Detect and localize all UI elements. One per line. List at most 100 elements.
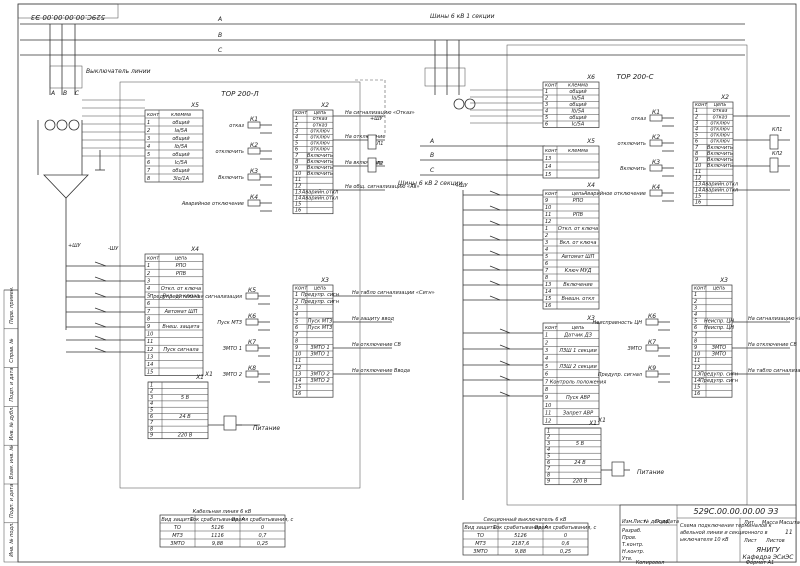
terminal-circuit: ЗМТО 1: [310, 345, 329, 351]
left-relay-8: К8ЗМТО 2: [223, 365, 270, 383]
terminal-number: 14: [545, 164, 551, 170]
terminal-number: 14: [695, 188, 701, 194]
terminal-circuit: РПВ: [176, 271, 187, 277]
table-header: Вид защиты: [464, 525, 496, 531]
right-kl2: КЛ2: [772, 151, 783, 157]
copied-label: Копировал: [636, 560, 665, 566]
terminal-circuit: Неиспр. ЦН: [704, 325, 734, 331]
left-x5-block: X5 конт клемма 1 общий 2 Ia/5A 3 общий 4 Ib/5A 5 общ…: [144, 102, 204, 183]
title-block: 529С.00.00.00.00 Э3 Схема подключения тер…: [619, 504, 800, 566]
right-relay-x3-1: К7ЗМТО: [627, 339, 670, 357]
terminal-number: 8: [295, 338, 298, 344]
terminal-number: 12: [545, 418, 551, 424]
terminal-number: 4: [695, 127, 698, 133]
left-x2-block-title: X2: [320, 102, 329, 109]
terminal-number: 4: [295, 312, 298, 318]
column-header: конт: [147, 112, 160, 118]
terminal-circuit: ЗМТО: [712, 352, 727, 358]
right-x3-output-label: На сигнализацию «Неиспр.»: [748, 316, 800, 322]
terminal-number: 4: [295, 135, 298, 141]
terminal-number: 16: [295, 391, 301, 397]
terminal-number: 15: [295, 202, 301, 208]
table-cell: ТО: [477, 533, 484, 539]
terminal-circuit: Включить: [307, 153, 333, 159]
terminal-number: 15: [147, 370, 153, 376]
relay-coil: [649, 114, 663, 122]
table-cell: 0: [261, 525, 264, 531]
right-relay-2: К2отключить: [618, 134, 674, 152]
column-header: конт: [695, 102, 708, 108]
contact-switch: [489, 235, 501, 241]
terminal-circuit: Включить: [707, 157, 733, 163]
terminal-number: 3: [545, 240, 548, 246]
right-settings-table-title: Секционный выключатель 6 кВ: [484, 517, 567, 523]
terminal-number: 6: [695, 139, 698, 145]
table-cell: 0,7: [259, 533, 268, 539]
terminal-circuit: Пуск МТЗ: [308, 319, 333, 325]
terminal-number: 8: [150, 426, 153, 432]
terminal-number: 6: [150, 414, 153, 420]
table-header: Вид защиты: [161, 517, 193, 523]
busbar-phase-label: С: [218, 47, 223, 54]
terminal-number: 1: [545, 226, 548, 232]
column-header: цепь: [713, 286, 726, 292]
terminal-circuit: отключ: [310, 141, 329, 147]
relay-label: отказ: [229, 123, 244, 129]
column-header: конт: [545, 148, 558, 154]
table-header: Время срабатывания, с: [232, 517, 294, 523]
left-relay-4: К4Аварийное отключение: [181, 194, 272, 212]
terminal-circuit: 5 В: [576, 441, 585, 447]
terminal-number: 2: [547, 435, 550, 441]
terminal-number: 2: [545, 233, 548, 239]
terminal-number: 10: [147, 332, 153, 338]
relay-label: ЗМТО 2: [223, 372, 242, 378]
terminal-circuit: Запрет АВР: [563, 411, 593, 417]
terminal-number: 11: [694, 358, 700, 364]
terminal-number: 15: [545, 296, 551, 302]
right-settings-table: Секционный выключатель 6 кВВид защитыТок…: [462, 517, 597, 556]
terminal-number: 1: [147, 263, 150, 269]
side-stamp-label: Инв. № дубл.: [9, 406, 15, 440]
terminal-number: 16: [545, 303, 551, 309]
mass-label: Масса: [762, 520, 778, 526]
left-x5-block-title: X5: [190, 102, 199, 109]
terminal-number: 1: [295, 116, 298, 122]
right-kl2-coil: [769, 157, 779, 173]
terminal-circuit: ЗМТО 2: [310, 371, 329, 377]
terminal-number: 4: [147, 144, 150, 150]
left-x3-output-label: На табло сигнализации «Сигн»: [352, 290, 435, 296]
right-x1-block-title: X1: [588, 420, 597, 427]
scale-label: Масштаб: [779, 520, 800, 526]
terminal-circuit: общий: [172, 120, 190, 126]
right-x4-block-title: X4: [586, 182, 595, 189]
terminal-number: 1: [694, 292, 697, 298]
terminal-circuit: Вкл. от ключа: [560, 240, 597, 246]
busbar-section-2: АВСШины 6 кВ 2 секции: [398, 138, 545, 187]
terminal-circuit: ЛЗШ 2 секции: [558, 364, 597, 370]
terminal-circuit: Ic/5A: [572, 122, 585, 128]
role-label: Т.контр.: [622, 542, 644, 548]
terminal-number: 6: [147, 160, 150, 166]
column-header: конт: [295, 286, 308, 292]
right-power-label: Питание: [637, 469, 664, 476]
terminal-number: 3: [694, 305, 697, 311]
terminal-number: 5: [545, 115, 548, 121]
side-stamp-label: Подп. и дата: [9, 368, 15, 402]
terminal-circuit: отказ: [713, 108, 728, 114]
phase-letter: В: [63, 90, 67, 97]
terminal-circuit: Внешн. откл: [562, 296, 596, 302]
terminal-number: 6: [545, 261, 548, 267]
column-header: клемма: [568, 148, 588, 154]
terminal-number: 2: [295, 122, 298, 128]
table-cell: 0,25: [257, 541, 268, 547]
current-transformer: [453, 98, 465, 110]
column-header: конт: [295, 110, 308, 116]
terminal-circuit: Откл. от ключа: [558, 226, 598, 232]
terminal-number: 11: [295, 358, 301, 364]
contact-switch: [499, 375, 511, 381]
stamp-code: 529C.00.00.00.00 Э3: [31, 13, 105, 21]
terminal-number: 8: [695, 151, 698, 157]
terminal-number: 4: [545, 247, 548, 253]
contact-switch: [94, 292, 107, 298]
relay-coil: [247, 147, 261, 155]
